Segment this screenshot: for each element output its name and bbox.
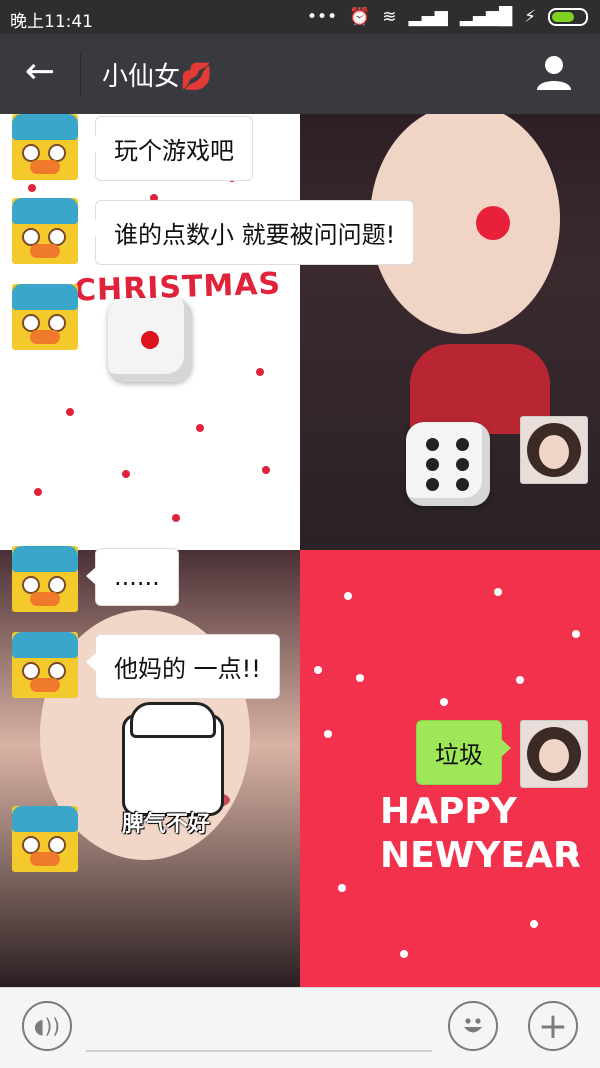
- contact-avatar[interactable]: [12, 284, 78, 350]
- happy-newyear-text: HAPPY NEWYEAR: [380, 790, 581, 878]
- emoji-icon[interactable]: [448, 1001, 498, 1051]
- plus-icon[interactable]: +: [528, 1001, 578, 1051]
- newyear-text: NEWYEAR: [380, 835, 581, 876]
- my-avatar[interactable]: [520, 720, 588, 788]
- signal-icon-2: ▂▄▆█: [459, 7, 513, 27]
- my-avatar[interactable]: [520, 416, 588, 484]
- contact-avatar[interactable]: [12, 546, 78, 612]
- message-bubble[interactable]: 玩个游戏吧: [86, 116, 253, 181]
- contact-avatar[interactable]: [12, 806, 78, 872]
- page-title: 小仙女💋: [102, 56, 212, 93]
- chat-header: ← 小仙女💋: [0, 34, 600, 114]
- message-input[interactable]: [86, 1050, 432, 1052]
- dice-one-message[interactable]: [108, 298, 192, 382]
- contact-avatar[interactable]: [12, 198, 78, 264]
- status-icons: ••• ⏰ ≋ ▂▄▆ ▂▄▆█ ⚡: [307, 7, 588, 27]
- back-arrow-icon[interactable]: ←: [18, 50, 62, 94]
- battery-icon: [548, 8, 588, 26]
- status-time: 晚上11:41: [10, 12, 93, 32]
- wifi-icon: ≋: [382, 7, 397, 27]
- header-divider: [80, 52, 81, 96]
- more-dots-icon: •••: [307, 7, 338, 27]
- alarm-icon: ⏰: [349, 7, 371, 27]
- message-bubble[interactable]: 他妈的 一点!!: [86, 634, 280, 699]
- lips-emoji: 💋: [180, 62, 213, 92]
- sticker-caption: 脾气不好: [122, 812, 211, 837]
- happy-text: HAPPY: [380, 791, 517, 832]
- input-bar: ◖)) +: [0, 987, 600, 1068]
- message-bubble[interactable]: 谁的点数小 就要被问问题!: [85, 200, 415, 265]
- sticker-message[interactable]: 脾气不好: [110, 694, 230, 844]
- charging-icon: ⚡: [524, 7, 536, 27]
- person-icon[interactable]: [534, 52, 574, 92]
- chat-area[interactable]: CHRISTMAS HAPPY NEWYEAR 玩个游戏吧 谁的点数小 就要被问…: [0, 114, 600, 987]
- voice-icon[interactable]: ◖)): [22, 1001, 72, 1051]
- message-bubble[interactable]: ......: [86, 548, 179, 606]
- contact-avatar[interactable]: [12, 632, 78, 698]
- dice-six-message[interactable]: [406, 422, 490, 506]
- contact-avatar[interactable]: [12, 114, 78, 180]
- chat-title: 小仙女: [102, 62, 181, 92]
- status-bar: 晚上11:41 ••• ⏰ ≋ ▂▄▆ ▂▄▆█ ⚡: [0, 0, 600, 34]
- signal-icon: ▂▄▆: [408, 7, 448, 27]
- sent-message-bubble[interactable]: 垃圾: [416, 720, 511, 785]
